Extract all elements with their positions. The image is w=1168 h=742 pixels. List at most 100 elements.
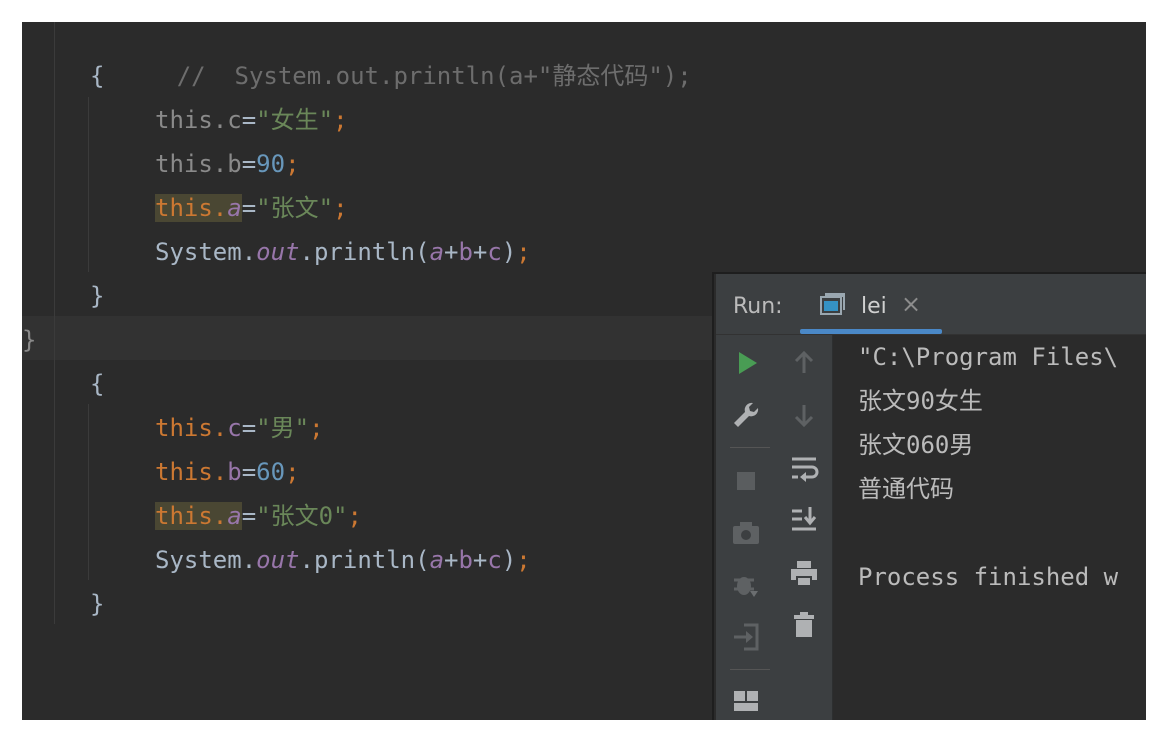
operator: = xyxy=(241,150,257,178)
println-call: .println( xyxy=(299,546,430,574)
code-line-brace: } xyxy=(90,274,104,318)
open-brace: { xyxy=(90,62,105,90)
out-field: out xyxy=(256,238,300,266)
indent-guide xyxy=(88,97,89,272)
code-line: this.a="张文0"; xyxy=(155,494,362,538)
tab-label: lei xyxy=(861,294,887,319)
plus-operator: + xyxy=(472,546,488,574)
trash-icon[interactable] xyxy=(784,605,824,645)
close-brace: } xyxy=(90,282,105,310)
static-field-name: a xyxy=(227,194,242,222)
code-line-brace: } xyxy=(90,582,104,626)
number-literal: 60 xyxy=(256,458,286,486)
static-field-name: a xyxy=(227,502,242,530)
run-title: Run: xyxy=(733,294,783,319)
field-name: b xyxy=(227,458,242,486)
code-line-comment: // System.out.println(a+"静态代码"); xyxy=(90,22,692,90)
close-paren: ) xyxy=(501,546,517,574)
semicolon: ; xyxy=(333,106,348,134)
semicolon: ; xyxy=(333,194,348,222)
var-b: b xyxy=(458,546,473,574)
code-line-brace: { xyxy=(90,362,104,406)
string-literal: "女生" xyxy=(256,106,334,134)
string-literal: "男" xyxy=(256,414,310,442)
system-class: System. xyxy=(155,238,257,266)
this-keyword: this. xyxy=(155,458,228,486)
ide-window: // System.out.println(a+"静态代码"); { this.… xyxy=(22,22,1146,720)
var-c: c xyxy=(487,546,502,574)
close-icon[interactable]: × xyxy=(901,290,921,318)
toolbar-separator xyxy=(730,447,770,448)
console-line: "C:\Program Files\ xyxy=(858,343,1119,371)
field-name: c xyxy=(227,414,242,442)
debug-icon[interactable] xyxy=(726,565,766,605)
print-icon[interactable] xyxy=(784,553,824,593)
close-paren: ) xyxy=(501,238,517,266)
semicolon: ; xyxy=(516,238,531,266)
code-line: this.b=60; xyxy=(155,450,300,494)
this-keyword: this. xyxy=(155,150,228,178)
this-keyword: this. xyxy=(155,414,228,442)
scroll-to-end-icon[interactable] xyxy=(784,499,824,539)
toolbar-separator xyxy=(730,669,770,670)
active-tab-indicator xyxy=(800,329,942,334)
indent-guide xyxy=(54,22,55,624)
plus-operator: + xyxy=(444,546,459,574)
arrow-up-icon[interactable] xyxy=(784,343,824,383)
run-header: Run: lei × xyxy=(716,274,1146,335)
code-line: this.a="张文"; xyxy=(155,186,348,230)
code-line-println: System.out.println(a+b+c); xyxy=(155,230,531,274)
login-icon[interactable] xyxy=(726,617,766,657)
var-c: c xyxy=(487,238,502,266)
semicolon: ; xyxy=(309,414,324,442)
operator: = xyxy=(241,194,257,222)
semicolon: ; xyxy=(347,502,362,530)
layout-icon[interactable] xyxy=(726,681,766,720)
field-name: b xyxy=(227,150,242,178)
open-brace: { xyxy=(90,370,105,398)
plus-operator: + xyxy=(472,238,488,266)
comment-prefix: // xyxy=(176,62,235,90)
run-tool-window: Run: lei × "C:\Program Files\ 张文90女生 张文0… xyxy=(712,272,1146,720)
console-window-icon xyxy=(820,293,845,315)
number-literal: 90 xyxy=(256,150,286,178)
var-a: a xyxy=(429,238,445,266)
comment-text: System.out.println(a+"静态代码"); xyxy=(234,62,692,90)
code-line: this.b=90; xyxy=(155,142,300,186)
semicolon: ; xyxy=(285,150,300,178)
console-line: 张文060男 xyxy=(858,431,974,459)
code-line-brace: { xyxy=(90,54,104,98)
code-line-brace: } xyxy=(22,318,36,362)
console-output[interactable]: "C:\Program Files\ 张文90女生 张文060男 普通代码 Pr… xyxy=(834,335,1146,720)
string-literal: "张文" xyxy=(256,194,334,222)
close-brace: } xyxy=(22,326,37,354)
this-keyword: this. xyxy=(155,194,228,222)
operator: = xyxy=(241,414,257,442)
var-b: b xyxy=(458,238,473,266)
semicolon: ; xyxy=(516,546,531,574)
semicolon: ; xyxy=(285,458,300,486)
run-toolbar-right xyxy=(776,335,833,720)
string-literal: "张文0" xyxy=(256,502,348,530)
wrench-icon[interactable] xyxy=(726,395,766,435)
println-call: .println( xyxy=(299,238,430,266)
arrow-down-icon[interactable] xyxy=(784,395,824,435)
soft-wrap-icon[interactable] xyxy=(784,447,824,487)
console-line: Process finished w xyxy=(858,563,1119,591)
var-a: a xyxy=(429,546,445,574)
stop-icon[interactable] xyxy=(726,461,766,501)
camera-icon[interactable] xyxy=(726,513,766,553)
console-line: 张文90女生 xyxy=(858,387,983,415)
console-line: 普通代码 xyxy=(858,475,954,503)
plus-operator: + xyxy=(444,238,459,266)
code-line: this.c="男"; xyxy=(155,406,324,450)
this-keyword: this. xyxy=(155,502,228,530)
this-keyword: this. xyxy=(155,106,228,134)
close-brace: } xyxy=(90,590,105,618)
run-toolbar-left xyxy=(716,335,777,720)
operator: = xyxy=(241,106,257,134)
out-field: out xyxy=(256,546,300,574)
run-icon[interactable] xyxy=(726,343,766,383)
indent-guide xyxy=(88,404,89,580)
code-line-println: System.out.println(a+b+c); xyxy=(155,538,531,582)
